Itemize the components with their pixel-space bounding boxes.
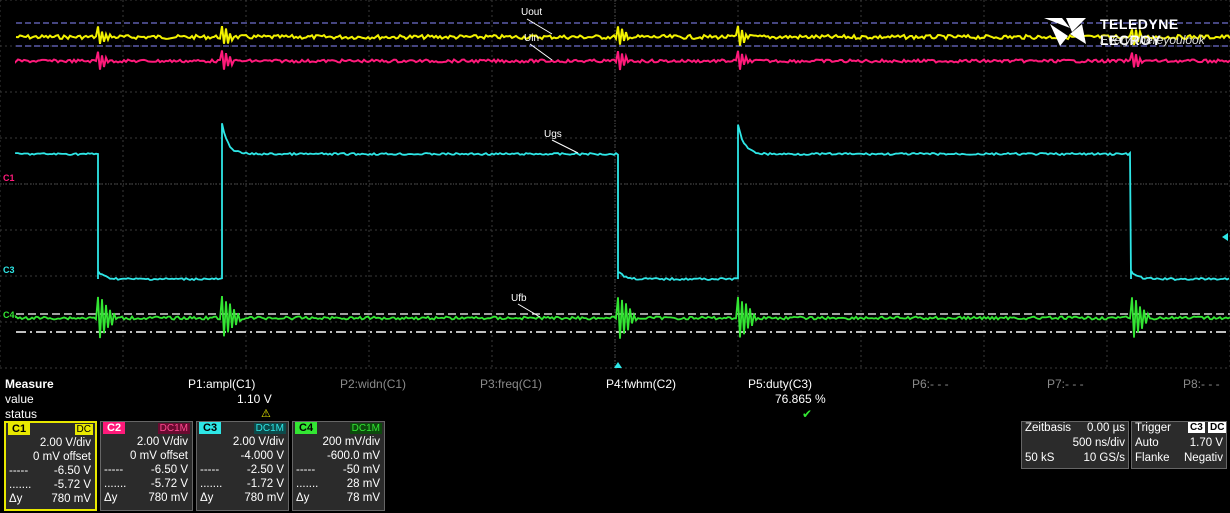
c1-dy: 780 mV: [51, 493, 91, 505]
c4-coupling: DC1M: [349, 423, 382, 434]
channel-c3-descriptor[interactable]: C3 DC1M 2.00 V/div -4.000 V ----- -2.50 V…: [196, 421, 289, 511]
param-p8-name[interactable]: P8:- - -: [1183, 377, 1220, 391]
param-p1-name[interactable]: P1:ampl(C1): [188, 377, 255, 391]
measure-value-row: value 1.10 V 76.865 %: [0, 392, 1230, 406]
c3-dy: 780 mV: [244, 492, 284, 504]
measure-title: Measure: [5, 377, 54, 391]
c3-ground-marker[interactable]: C3: [3, 265, 15, 275]
c2-vdiv: 2.00 V/div: [136, 436, 188, 448]
param-p5-name[interactable]: P5:duty(C3): [748, 377, 812, 391]
param-p4-name[interactable]: P4:fwhm(C2): [606, 377, 676, 391]
c1-cursor1-label: -----: [9, 465, 29, 477]
c4-cursor2-label: .......: [296, 478, 319, 490]
trigger-level-marker: [1222, 233, 1228, 241]
p5-ok-check-icon: ✔: [802, 407, 813, 421]
channel-c1-descriptor[interactable]: C1 DC 2.00 V/div 0 mV offset ----- -6.50 …: [4, 421, 97, 511]
p1-warning-icon: ⚠: [261, 408, 271, 420]
param-p3-name[interactable]: P3:freq(C1): [480, 377, 542, 391]
c3-cursor2-label: .......: [200, 478, 223, 490]
c4-name: C4: [295, 422, 318, 434]
ugs-waveform: [15, 123, 1230, 282]
c4-dy-label: Δy: [296, 492, 310, 504]
value-row-label: value: [5, 392, 34, 406]
timebase-tdiv: 500 ns/div: [1072, 437, 1125, 449]
c1-cursor2-label: .......: [9, 479, 32, 491]
c1-vdiv: 2.00 V/div: [39, 437, 91, 449]
c2-cursor1: -6.50 V: [150, 464, 188, 476]
c4-ground-marker[interactable]: C4: [3, 310, 15, 320]
trigger-mode: Auto: [1135, 437, 1159, 449]
c2-offset: 0 mV offset: [130, 450, 188, 462]
c2-cursor2-label: .......: [104, 478, 127, 490]
c3-cursor2: -1.72 V: [246, 478, 284, 490]
c2-name: C2: [103, 422, 126, 434]
c3-name: C3: [199, 422, 222, 434]
c2-dy: 780 mV: [148, 492, 188, 504]
status-row-label: status: [5, 407, 38, 421]
param-p7-name[interactable]: P7:- - -: [1047, 377, 1084, 391]
brand-tagline: Everywhereyoulook: [1100, 33, 1205, 47]
ufb-label: Ufb: [511, 293, 527, 304]
ugs-label-leader: [551, 139, 579, 154]
param-p6-name[interactable]: P6:- - -: [912, 377, 949, 391]
c1-offset: 0 mV offset: [33, 451, 91, 463]
measure-name-row: Measure P1:ampl(C1) P2:widn(C1) P3:freq(…: [0, 377, 1230, 391]
trigger-coupling: DC: [1208, 422, 1227, 433]
channel-c2-descriptor[interactable]: C2 DC1M 2.00 V/div 0 mV offset ----- -6.5…: [100, 421, 193, 511]
c3-cursor1-label: -----: [200, 464, 220, 476]
param-p5-value: 76.865 %: [775, 392, 826, 406]
c4-dy: 78 mV: [346, 492, 380, 504]
uin-label: Uin: [524, 33, 540, 44]
c1-dy-label: Δy: [9, 493, 23, 505]
trigger-descriptor[interactable]: Trigger C3 DC Auto 1.70 V Flanke Negativ: [1131, 421, 1227, 469]
ufb-label-leader: [517, 303, 541, 318]
c1-cursor1: -6.50 V: [53, 465, 91, 477]
waveform-display[interactable]: TELEDYNE LECROY Everywhereyoulook Uout U…: [0, 0, 1230, 372]
c3-offset: -4.000 V: [240, 450, 284, 462]
c3-coupling: DC1M: [253, 423, 286, 434]
timebase-descriptor[interactable]: Zeitbasis 0.00 µs 500 ns/div 50 kS 10 GS…: [1021, 421, 1129, 469]
c2-cursor2: -5.72 V: [150, 478, 188, 490]
c4-offset: -600.0 mV: [326, 450, 380, 462]
timebase-rate: 10 GS/s: [1083, 452, 1125, 464]
measure-status-row: status ⚠ ✔: [0, 407, 1230, 421]
c3-cursor1: -2.50 V: [246, 464, 284, 476]
timebase-label: Zeitbasis: [1025, 422, 1072, 434]
c1-name: C1: [8, 423, 31, 435]
trigger-type: Flanke: [1135, 452, 1170, 464]
c4-cursor1: -50 mV: [342, 464, 380, 476]
c2-coupling: DC1M: [157, 423, 190, 434]
c3-vdiv: 2.00 V/div: [232, 436, 284, 448]
c2-dy-label: Δy: [104, 492, 118, 504]
timebase-samples: 50 kS: [1025, 452, 1055, 464]
c1-coupling: DC: [74, 424, 93, 435]
trigger-channel: C3: [1188, 422, 1205, 433]
trigger-level: 1.70 V: [1189, 437, 1223, 449]
waveform-grid: [0, 0, 1230, 369]
uout-label-leader: [526, 18, 553, 35]
c4-vdiv: 200 mV/div: [322, 436, 380, 448]
c4-cursor1-label: -----: [296, 464, 316, 476]
c3-dy-label: Δy: [200, 492, 214, 504]
c1-cursor2: -5.72 V: [53, 479, 91, 491]
uout-label: Uout: [521, 7, 543, 18]
c4-cursor2: 28 mV: [346, 478, 380, 490]
c2-cursor1-label: -----: [104, 464, 124, 476]
ugs-label: Ugs: [544, 129, 562, 140]
c1-ground-marker[interactable]: C1: [3, 173, 15, 183]
param-p1-value: 1.10 V: [237, 392, 272, 406]
param-p2-name[interactable]: P2:widn(C1): [340, 377, 406, 391]
timebase-delay: 0.00 µs: [1087, 422, 1125, 434]
trigger-slope: Negativ: [1184, 452, 1223, 464]
lecroy-logo-icon: [1044, 18, 1086, 46]
channel-c4-descriptor[interactable]: C4 DC1M 200 mV/div -600.0 mV ----- -50 mV…: [292, 421, 385, 511]
teledyne-lecroy-logo: TELEDYNE LECROY Everywhereyoulook: [1042, 14, 1230, 54]
trigger-label: Trigger: [1135, 422, 1171, 434]
